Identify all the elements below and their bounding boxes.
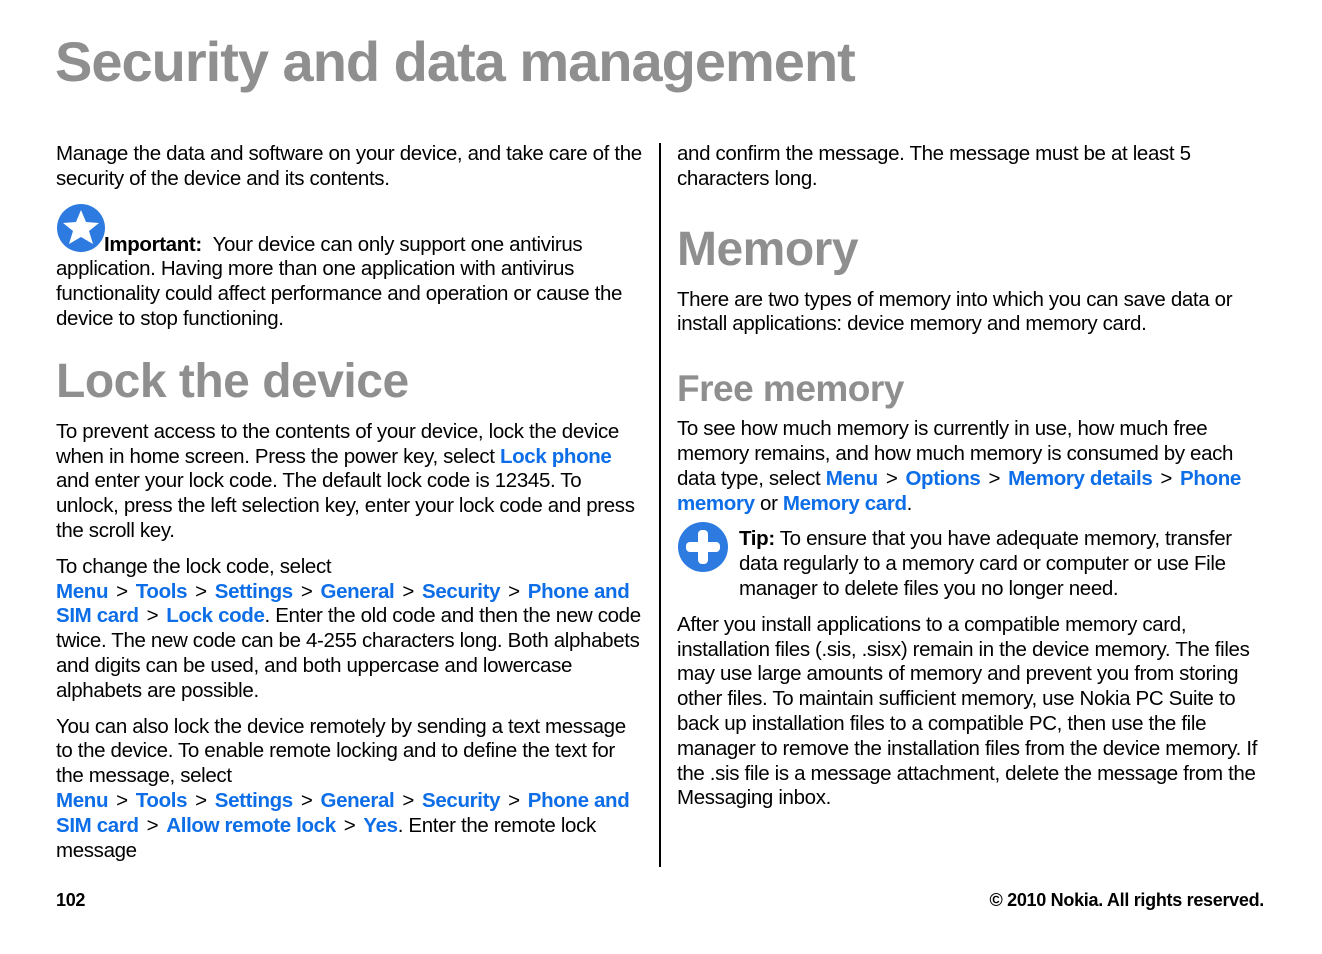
star-icon: [56, 203, 106, 253]
link-security[interactable]: Security: [422, 580, 500, 603]
link-general[interactable]: General: [320, 580, 394, 603]
text: and enter your lock code. The default lo…: [56, 469, 635, 542]
path-separator: >: [402, 788, 415, 812]
important-note: Important: Your device can only support …: [56, 203, 646, 332]
free-memory-heading: Free memory: [677, 368, 904, 410]
path-separator: >: [195, 579, 207, 603]
lock-paragraph-3: You can also lock the device remotely by…: [56, 715, 646, 864]
link-tools[interactable]: Tools: [136, 580, 188, 603]
text: .: [906, 491, 913, 515]
continuation-paragraph: and confirm the message. The message mus…: [677, 142, 1191, 190]
link-lock-code[interactable]: Lock code: [166, 604, 265, 627]
path-separator: >: [116, 788, 128, 812]
left-column: Manage the data and software on your dev…: [56, 142, 646, 874]
path-separator: >: [1160, 466, 1173, 490]
text: To change the lock code, select: [56, 554, 332, 578]
link-menu[interactable]: Menu: [826, 467, 878, 490]
text: You can also lock the device remotely by…: [56, 714, 626, 788]
text: . Enter the old code and then the new co…: [56, 604, 641, 702]
right-column: and confirm the message. The message mus…: [677, 142, 1267, 822]
link-lock-phone[interactable]: Lock phone: [500, 445, 612, 468]
memory-heading: Memory: [677, 222, 859, 276]
link-memory-card[interactable]: Memory card: [783, 492, 907, 515]
link-settings[interactable]: Settings: [215, 789, 293, 812]
path-separator: >: [508, 788, 520, 812]
free-memory-paragraph-2: After you install applications to a comp…: [677, 612, 1258, 810]
link-menu[interactable]: Menu: [56, 789, 108, 812]
path-separator: >: [988, 466, 1001, 490]
path-separator: >: [885, 466, 898, 490]
path-separator: >: [402, 579, 415, 603]
tip-note: Tip: To ensure that you have adequate me…: [677, 522, 1267, 601]
page-number: 102: [56, 890, 86, 910]
text: or: [754, 491, 783, 515]
plus-icon: [677, 521, 729, 573]
tip-text: To ensure that you have adequate memory,…: [739, 527, 1232, 600]
lock-paragraph-1: To prevent access to the contents of you…: [56, 420, 646, 544]
memory-intro: There are two types of memory into which…: [677, 287, 1233, 336]
path-separator: >: [146, 604, 159, 628]
free-memory-paragraph-1: To see how much memory is currently in u…: [677, 417, 1267, 516]
lock-paragraph-2: To change the lock code, select Menu > Too…: [56, 555, 646, 704]
link-memory-details[interactable]: Memory details: [1008, 467, 1153, 490]
link-options[interactable]: Options: [905, 467, 980, 490]
path-separator: >: [343, 813, 356, 837]
lock-device-heading: Lock the device: [56, 354, 409, 408]
link-security[interactable]: Security: [422, 789, 500, 812]
page-title: Security and data management: [55, 30, 856, 93]
copyright: © 2010 Nokia. All rights reserved.: [989, 890, 1264, 910]
link-yes[interactable]: Yes: [363, 814, 398, 837]
tip-body: Tip: To ensure that you have adequate me…: [739, 527, 1267, 601]
link-general[interactable]: General: [320, 789, 394, 812]
path-separator: >: [300, 788, 313, 812]
path-separator: >: [300, 579, 313, 603]
important-label: Important:: [104, 232, 202, 256]
intro-paragraph: Manage the data and software on your dev…: [56, 142, 642, 190]
tip-label: Tip:: [739, 527, 775, 551]
link-allow-remote-lock[interactable]: Allow remote lock: [166, 814, 336, 837]
path-separator: >: [508, 579, 520, 603]
path-separator: >: [146, 813, 159, 837]
link-settings[interactable]: Settings: [215, 580, 293, 603]
path-separator: >: [116, 579, 128, 603]
column-divider: [659, 143, 661, 867]
link-menu[interactable]: Menu: [56, 580, 108, 603]
path-separator: >: [195, 788, 207, 812]
link-tools[interactable]: Tools: [136, 789, 188, 812]
